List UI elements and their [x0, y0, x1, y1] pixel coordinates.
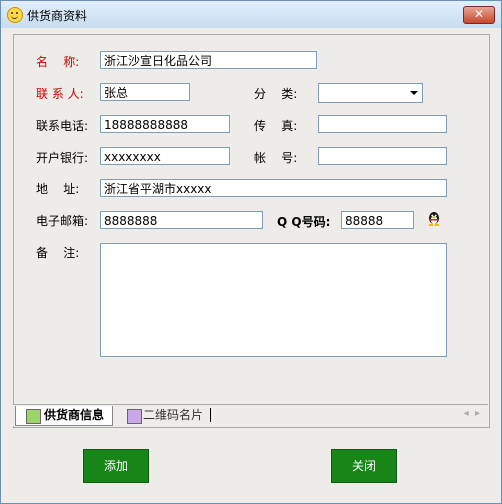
- contact-label: 联 系 人:: [36, 87, 84, 101]
- account-field[interactable]: [318, 147, 447, 165]
- tab-label: 供货商信息: [44, 408, 105, 422]
- fax-field[interactable]: [318, 115, 447, 133]
- address-label: 地 址:: [36, 182, 80, 196]
- phone-label: 联系电话:: [36, 119, 89, 133]
- tab-supplier-info[interactable]: 供货商信息: [15, 406, 113, 426]
- bank-label: 开户银行:: [36, 151, 89, 165]
- supplier-window: 供货商资料 ✕ 名 称: 浙江沙宣日化品公司 联 系 人: 张总 分 类: 联系…: [0, 0, 502, 504]
- name-field[interactable]: 浙江沙宣日化品公司: [100, 51, 317, 69]
- tab-bar: 供货商信息 二维码名片 ◂ ▸: [13, 404, 488, 426]
- tab-scroll-arrows-icon[interactable]: ◂ ▸: [464, 408, 480, 419]
- tab-divider: [210, 408, 211, 422]
- notes-textarea[interactable]: [100, 243, 447, 357]
- email-label: 电子邮箱:: [36, 214, 89, 228]
- category-select[interactable]: [318, 83, 423, 103]
- qq-label: Q Q号码:: [277, 215, 331, 229]
- chevron-down-icon[interactable]: [410, 91, 418, 95]
- client-area: 名 称: 浙江沙宣日化品公司 联 系 人: 张总 分 类: 联系电话: 1888…: [1, 28, 501, 503]
- window-close-button[interactable]: ✕: [463, 6, 495, 24]
- phone-field[interactable]: 18888888888: [100, 115, 230, 133]
- window-title: 供货商资料: [27, 9, 88, 23]
- green-square-icon: [26, 409, 41, 424]
- qq-field[interactable]: 88888: [341, 211, 414, 229]
- name-label: 名 称:: [36, 55, 80, 69]
- address-field[interactable]: 浙江省平湖市xxxxx: [100, 179, 447, 197]
- email-field[interactable]: 8888888: [100, 211, 263, 229]
- tab-label: 二维码名片: [143, 408, 204, 422]
- close-button[interactable]: 关闭: [331, 449, 397, 483]
- notes-label: 备 注:: [36, 246, 80, 260]
- tab-qr-card[interactable]: 二维码名片: [113, 406, 218, 425]
- fax-label: 传 真:: [254, 119, 298, 133]
- account-label: 帐 号:: [254, 151, 298, 165]
- supplier-info-panel: 名 称: 浙江沙宣日化品公司 联 系 人: 张总 分 类: 联系电话: 1888…: [13, 34, 490, 428]
- contact-field[interactable]: 张总: [100, 83, 190, 101]
- add-button[interactable]: 添加: [83, 449, 149, 483]
- purple-square-icon: [127, 409, 142, 424]
- title-bar: 供货商资料 ✕: [1, 1, 501, 28]
- category-label: 分 类:: [254, 87, 298, 101]
- qq-penguin-icon[interactable]: [427, 210, 441, 226]
- smiley-app-icon: [7, 7, 23, 23]
- bank-field[interactable]: xxxxxxxx: [100, 147, 230, 165]
